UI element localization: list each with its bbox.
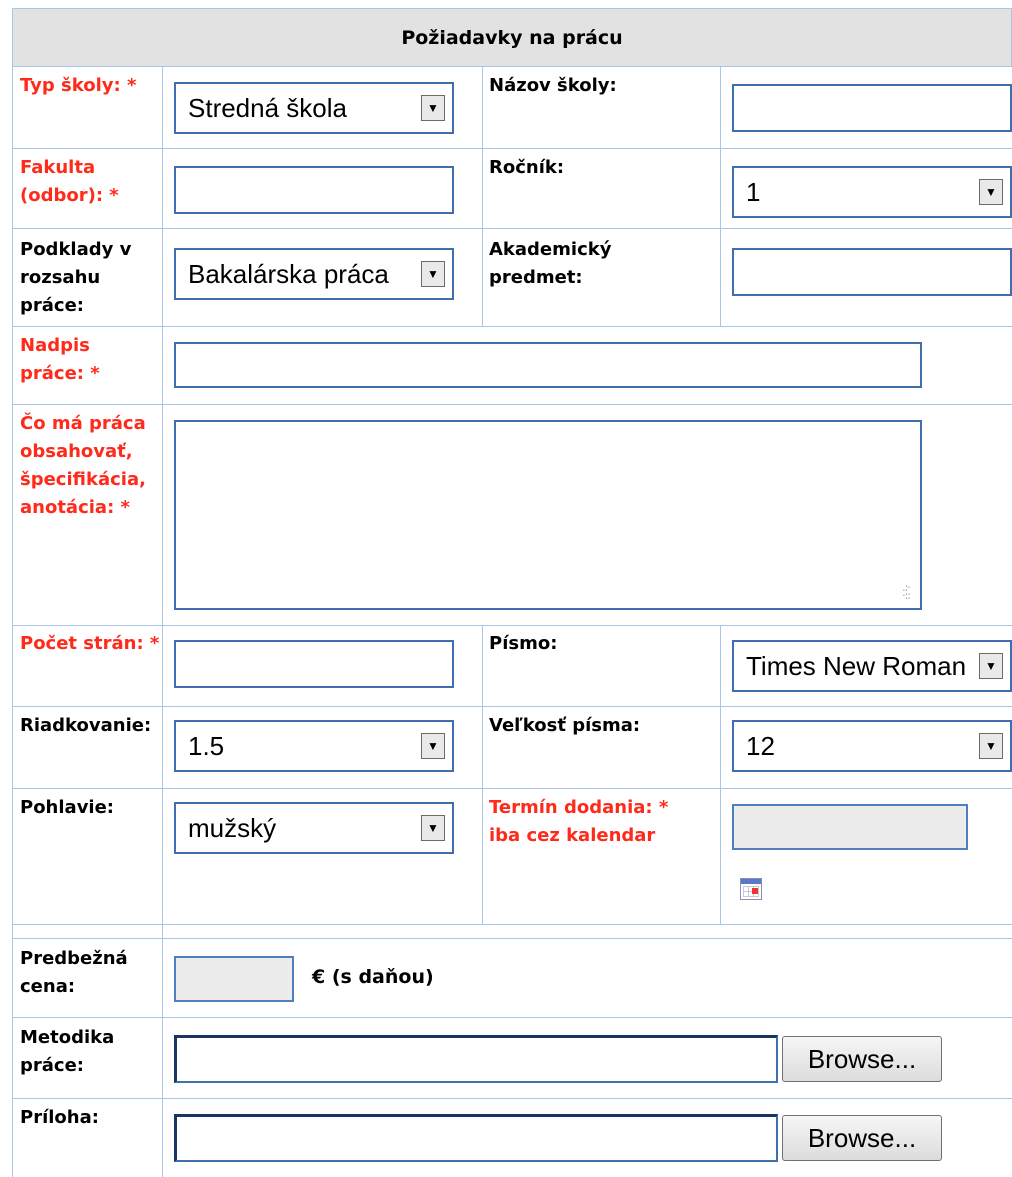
column-divider-2b bbox=[482, 625, 483, 924]
row-divider bbox=[12, 625, 1012, 626]
column-divider-2a bbox=[482, 67, 483, 326]
column-divider-3a bbox=[720, 67, 721, 326]
chevron-down-icon[interactable]: ▼ bbox=[979, 733, 1003, 759]
row-divider bbox=[12, 1017, 1012, 1018]
form-title: Požiadavky na prácu bbox=[401, 26, 623, 49]
font-size-select[interactable]: 12 ▼ bbox=[732, 720, 1012, 772]
chevron-down-icon[interactable]: ▼ bbox=[421, 95, 445, 121]
faculty-label: Fakulta (odbor): * bbox=[20, 157, 119, 206]
school-type-select[interactable]: Stredná škola ▼ bbox=[174, 82, 454, 134]
deadline-input[interactable] bbox=[732, 804, 968, 850]
font-value: Times New Roman bbox=[746, 650, 967, 681]
school-type-label: Typ školy: * bbox=[20, 75, 137, 96]
line-spacing-select[interactable]: 1.5 ▼ bbox=[174, 720, 454, 772]
row-divider bbox=[12, 706, 1012, 707]
page-count-input[interactable] bbox=[174, 640, 454, 688]
year-label: Ročník: bbox=[489, 157, 565, 178]
work-title-input[interactable] bbox=[174, 342, 922, 388]
chevron-down-icon[interactable]: ▼ bbox=[421, 261, 445, 287]
gender-value: mužský bbox=[188, 812, 277, 843]
methodology-file-input[interactable] bbox=[174, 1035, 778, 1083]
content-label: Čo má práca obsahovať, špecifikácia, ano… bbox=[20, 413, 146, 518]
column-divider-1 bbox=[162, 67, 163, 1177]
methodology-browse-button[interactable]: Browse... bbox=[782, 1036, 942, 1082]
deadline-label: Termín dodania: * iba cez kalendar bbox=[489, 797, 669, 846]
row-divider bbox=[12, 1098, 1012, 1099]
font-select[interactable]: Times New Roman ▼ bbox=[732, 640, 1012, 692]
row-divider bbox=[12, 404, 1012, 405]
content-textarea[interactable]: .:· ·:: bbox=[174, 420, 922, 610]
materials-value: Bakalárska práca bbox=[188, 258, 389, 289]
attachment-browse-button[interactable]: Browse... bbox=[782, 1115, 942, 1161]
price-label: Predbežná cena: bbox=[20, 948, 128, 997]
row-divider bbox=[12, 938, 1012, 939]
subject-label: Akademický predmet: bbox=[489, 239, 612, 288]
form-header: Požiadavky na prácu bbox=[12, 8, 1012, 67]
faculty-input[interactable] bbox=[174, 166, 454, 214]
row-divider bbox=[12, 228, 1012, 229]
work-title-label: Nadpis práce: * bbox=[20, 335, 100, 384]
line-spacing-value: 1.5 bbox=[188, 730, 225, 761]
chevron-down-icon[interactable]: ▼ bbox=[979, 653, 1003, 679]
methodology-label: Metodika práce: bbox=[20, 1027, 115, 1076]
price-unit: € (s daňou) bbox=[312, 966, 434, 988]
font-size-label: Veľkosť písma: bbox=[489, 715, 641, 736]
table-border-left bbox=[12, 67, 13, 1177]
price-input bbox=[174, 956, 294, 1002]
column-divider-3b bbox=[720, 625, 721, 924]
school-name-input[interactable] bbox=[732, 84, 1012, 132]
chevron-down-icon[interactable]: ▼ bbox=[421, 733, 445, 759]
row-divider bbox=[12, 148, 1012, 149]
attachment-file-input[interactable] bbox=[174, 1114, 778, 1162]
calendar-icon[interactable] bbox=[740, 878, 762, 900]
attachment-label: Príloha: bbox=[20, 1107, 99, 1128]
gender-select[interactable]: mužský ▼ bbox=[174, 802, 454, 854]
chevron-down-icon[interactable]: ▼ bbox=[979, 179, 1003, 205]
year-value: 1 bbox=[746, 176, 761, 207]
font-size-value: 12 bbox=[746, 730, 775, 761]
line-spacing-label: Riadkovanie: bbox=[20, 715, 152, 736]
resize-grip-icon[interactable]: .:· ·:: bbox=[902, 582, 911, 601]
school-type-value: Stredná škola bbox=[188, 92, 347, 123]
subject-input[interactable] bbox=[732, 248, 1012, 296]
row-divider bbox=[12, 924, 1012, 925]
chevron-down-icon[interactable]: ▼ bbox=[421, 815, 445, 841]
font-label: Písmo: bbox=[489, 633, 558, 654]
materials-label: Podklady v rozsahu práce: bbox=[20, 239, 132, 316]
gender-label: Pohlavie: bbox=[20, 797, 114, 818]
school-name-label: Názov školy: bbox=[489, 75, 617, 96]
year-select[interactable]: 1 ▼ bbox=[732, 166, 1012, 218]
work-requirements-form: Požiadavky na prácu Typ školy: * Stredná… bbox=[0, 0, 1012, 1177]
materials-select[interactable]: Bakalárska práca ▼ bbox=[174, 248, 454, 300]
page-count-label: Počet strán: * bbox=[20, 633, 160, 654]
row-divider bbox=[12, 326, 1012, 327]
row-divider bbox=[12, 788, 1012, 789]
